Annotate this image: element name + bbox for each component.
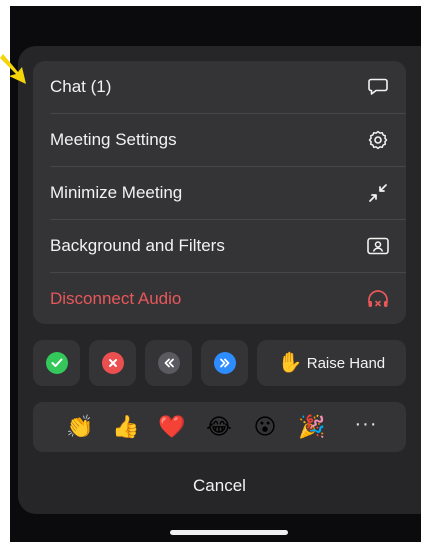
home-indicator[interactable] xyxy=(170,530,288,535)
open-mouth-icon[interactable]: 😮 xyxy=(250,412,280,442)
menu-item-label: Disconnect Audio xyxy=(50,289,182,308)
faster-icon xyxy=(213,352,236,374)
more-options-sheet: Chat (1) Meeting Settings Minimize Meeti… xyxy=(18,46,421,514)
tears-of-joy-icon[interactable]: 😂 xyxy=(204,412,234,442)
options-menu: Chat (1) Meeting Settings Minimize Meeti… xyxy=(33,61,406,324)
minimize-arrows-icon xyxy=(367,182,389,204)
no-reaction-button[interactable] xyxy=(89,340,136,386)
heart-icon[interactable]: ❤️ xyxy=(157,412,187,442)
menu-item-disconnect-audio[interactable]: Disconnect Audio xyxy=(33,273,406,324)
x-icon xyxy=(101,352,124,374)
headphones-disconnect-icon xyxy=(367,288,389,310)
raise-hand-button[interactable]: ✋ Raise Hand xyxy=(257,340,406,386)
menu-item-label: Minimize Meeting xyxy=(50,183,183,202)
annotation-arrow-icon xyxy=(0,54,26,84)
emoji-reactions-row: 👏 👍 ❤️ 😂 😮 🎉 ··· xyxy=(33,402,406,452)
menu-item-label: Background and Filters xyxy=(50,236,225,255)
menu-item-label: Chat (1) xyxy=(50,77,112,96)
more-reactions-button[interactable]: ··· xyxy=(351,412,381,442)
check-icon xyxy=(45,352,68,374)
menu-item-label: Meeting Settings xyxy=(50,130,177,149)
slower-reaction-button[interactable] xyxy=(145,340,192,386)
thumbs-up-icon[interactable]: 👍 xyxy=(111,412,141,442)
slower-icon xyxy=(157,352,180,374)
party-popper-icon[interactable]: 🎉 xyxy=(297,412,327,442)
menu-item-minimize-meeting[interactable]: Minimize Meeting xyxy=(33,167,406,219)
quick-reactions-row: ✋ Raise Hand xyxy=(33,340,406,386)
menu-item-meeting-settings[interactable]: Meeting Settings xyxy=(33,114,406,166)
phone-frame: Chat (1) Meeting Settings Minimize Meeti… xyxy=(0,0,421,542)
gear-icon xyxy=(367,129,389,151)
cancel-button[interactable]: Cancel xyxy=(33,466,406,506)
menu-item-chat[interactable]: Chat (1) xyxy=(33,61,406,113)
faster-reaction-button[interactable] xyxy=(201,340,248,386)
chat-bubble-icon xyxy=(367,76,389,98)
yes-reaction-button[interactable] xyxy=(33,340,80,386)
raised-hand-icon: ✋ xyxy=(277,352,303,374)
menu-item-background-filters[interactable]: Background and Filters xyxy=(33,220,406,272)
raise-hand-label: Raise Hand xyxy=(306,354,386,372)
portrait-frame-icon xyxy=(367,235,389,257)
clapping-hands-icon[interactable]: 👏 xyxy=(65,412,95,442)
